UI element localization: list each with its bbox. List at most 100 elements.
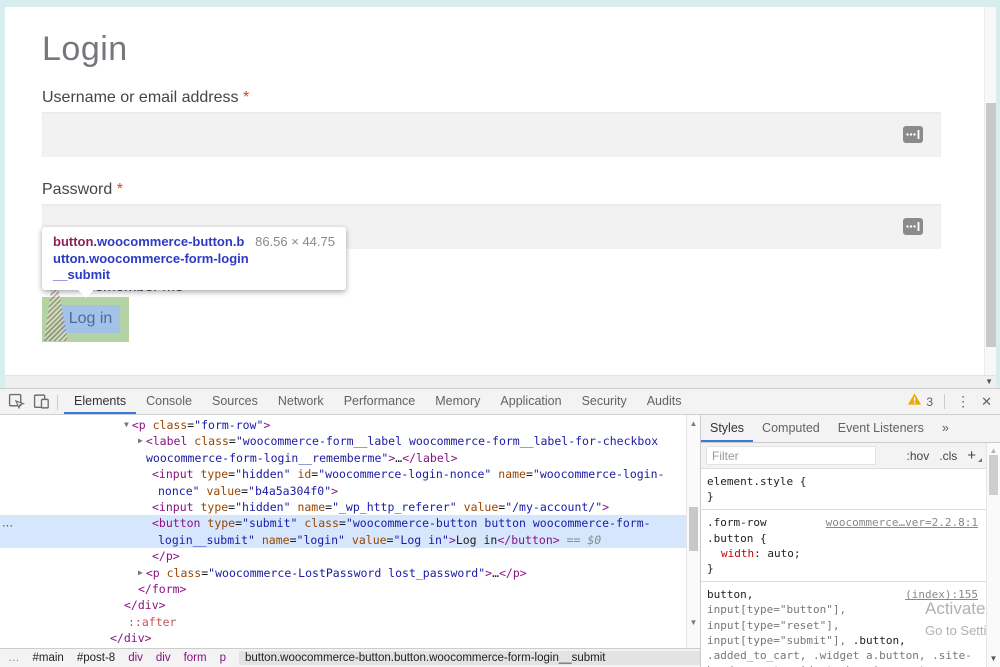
new-style-rule-button[interactable]: + — [967, 447, 980, 464]
styles-filter-row: :hov .cls + — [701, 443, 1000, 469]
dom-tree: ▼<p class="form-row">▶<label class="wooc… — [0, 417, 686, 646]
styles-tab-event-listeners[interactable]: Event Listeners — [829, 415, 933, 442]
elements-tree-pane: ⋯ ▼<p class="form-row">▶<label class="wo… — [0, 415, 700, 648]
devtools-tab-bar: ElementsConsoleSourcesNetworkPerformance… — [64, 389, 691, 414]
dom-tree-node[interactable]: ▶<label class="woocommerce-form__label w… — [0, 433, 686, 449]
breadcrumb-tag[interactable]: form — [184, 652, 207, 664]
password-label: Password * — [42, 181, 123, 199]
styles-tab-computed[interactable]: Computed — [753, 415, 829, 442]
css-rule[interactable]: button,(index):155input[type="button"],i… — [701, 581, 986, 667]
styles-scrollbar-thumb[interactable] — [989, 455, 998, 495]
username-input[interactable] — [42, 112, 941, 157]
autofill-extension-icon[interactable] — [903, 218, 923, 240]
warning-count[interactable]: 3 — [926, 395, 933, 409]
dom-tree-node[interactable]: </div> — [0, 630, 686, 646]
inspect-tooltip-size: 86.56 × 44.75 — [255, 234, 335, 249]
inspect-element-icon[interactable] — [8, 393, 25, 415]
dom-breadcrumb-bar: … #main #post-8 div div form p button.woocommer… — [0, 648, 700, 667]
page-title: Login — [42, 30, 128, 69]
elements-scrollbar[interactable]: ▲ ▼ — [686, 415, 700, 648]
stylesheet-source-link[interactable]: (index):155 — [905, 587, 978, 602]
devtools-tab-sources[interactable]: Sources — [202, 389, 268, 414]
devtools-close-icon[interactable]: ✕ — [981, 394, 992, 410]
devtools-tab-audits[interactable]: Audits — [637, 389, 692, 414]
page-scrollbar-thumb[interactable] — [986, 103, 996, 347]
styles-sidebar: StylesComputedEvent Listeners» :hov .cls… — [700, 415, 1000, 667]
elements-scrollbar-thumb[interactable] — [689, 507, 698, 551]
css-rule[interactable]: element.style {} — [701, 469, 986, 509]
css-rule-line[interactable]: } — [707, 489, 980, 504]
breadcrumb-id[interactable]: #main — [33, 652, 64, 664]
css-rule-line[interactable]: input[type="reset"], — [707, 618, 980, 633]
breadcrumb-id[interactable]: #post-8 — [77, 652, 115, 664]
page-vertical-scrollbar[interactable] — [984, 7, 996, 375]
warning-icon[interactable] — [907, 392, 922, 411]
scroll-up-icon[interactable]: ▲ — [687, 419, 700, 428]
required-asterisk: * — [117, 181, 123, 198]
dom-tree-node[interactable]: nonce" value="b4a5a304f0"> — [0, 483, 686, 499]
styles-tab-bar: StylesComputedEvent Listeners» — [701, 415, 1000, 443]
breadcrumb-tag[interactable]: p — [220, 652, 226, 664]
devtools-toolbar: ElementsConsoleSourcesNetworkPerformance… — [0, 388, 1000, 415]
dom-tree-node[interactable]: <input type="hidden" id="woocommerce-log… — [0, 466, 686, 482]
breadcrumb-selected-node[interactable]: button.woocommerce-button.button.woocomm… — [239, 651, 700, 665]
autofill-extension-icon[interactable] — [903, 126, 923, 148]
device-toolbar-icon[interactable] — [33, 393, 50, 415]
dom-tree-node[interactable]: </form> — [0, 581, 686, 597]
dom-tree-selected-node[interactable]: login__submit" name="login" value="Log i… — [0, 532, 686, 548]
breadcrumb-tag[interactable]: div — [156, 652, 171, 664]
styles-tab-styles[interactable]: Styles — [701, 415, 753, 442]
css-rule-line[interactable]: button,(index):155 — [707, 587, 980, 602]
login-button-label: Log in — [61, 305, 120, 333]
toolbar-divider — [944, 394, 945, 409]
page-background-edge-left — [0, 0, 5, 388]
dom-tree-node[interactable]: <input type="hidden" name="_wp_http_refe… — [0, 499, 686, 515]
page-background-edge-top — [0, 0, 1000, 7]
toggle-class-button[interactable]: .cls — [939, 449, 957, 463]
css-rule-line[interactable]: .button { — [707, 531, 980, 546]
dom-tree-node[interactable]: ::after — [0, 614, 686, 630]
toolbar-divider — [57, 395, 58, 410]
username-label: Username or email address * — [42, 89, 249, 107]
scroll-down-icon[interactable]: ▼ — [687, 618, 700, 627]
dom-tree-selected-node[interactable]: <button type="submit" class="woocommerce… — [0, 515, 686, 531]
devtools-tab-memory[interactable]: Memory — [425, 389, 490, 414]
dom-tree-node[interactable]: </p> — [0, 548, 686, 564]
css-rule-line[interactable]: header-cart .widget_shopping_cart — [707, 663, 980, 667]
css-rule-line[interactable]: .form-rowwoocommerce…ver=2.2.8:1 — [707, 515, 980, 530]
browser-window: Login Username or email address * Passwo… — [0, 0, 1000, 667]
page-horizontal-scrollbar[interactable]: ▼ — [5, 375, 996, 388]
css-rule-line[interactable]: input[type="button"], — [707, 602, 980, 617]
dom-tree-node[interactable]: ▼<p class="form-row"> — [0, 417, 686, 433]
toggle-hover-state-button[interactable]: :hov — [907, 449, 930, 463]
scroll-up-icon[interactable]: ▲ — [987, 446, 1000, 455]
devtools-tab-network[interactable]: Network — [268, 389, 334, 414]
scroll-down-icon[interactable]: ▼ — [985, 376, 993, 388]
styles-scrollbar[interactable]: ▲ ▼ — [986, 443, 1000, 667]
dom-tree-node[interactable]: ▶<p class="woocommerce-LostPassword lost… — [0, 565, 686, 581]
devtools-tab-application[interactable]: Application — [490, 389, 571, 414]
dom-tree-node[interactable]: woocommerce-form-login__rememberme">…</l… — [0, 450, 686, 466]
css-rule-line[interactable]: } — [707, 561, 980, 576]
css-rule-line[interactable]: input[type="submit"], .button, — [707, 633, 980, 648]
devtools-tab-console[interactable]: Console — [136, 389, 202, 414]
styles-tab-»[interactable]: » — [933, 415, 958, 442]
required-asterisk: * — [243, 89, 249, 106]
inspect-tooltip: button.woocommerce-button.button.woocomm… — [42, 227, 346, 290]
page-background-edge-right — [996, 0, 1000, 388]
dom-tree-node[interactable]: </div> — [0, 597, 686, 613]
devtools-menu-icon[interactable]: ⋮ — [956, 393, 970, 410]
scroll-down-icon[interactable]: ▼ — [987, 654, 1000, 663]
styles-filter-input[interactable] — [706, 446, 876, 465]
css-rule-line[interactable]: element.style { — [707, 474, 980, 489]
css-rule-line[interactable]: .added_to_cart, .widget a.button, .site- — [707, 648, 980, 663]
devtools-tab-elements[interactable]: Elements — [64, 389, 136, 414]
dom-node-menu-icon[interactable]: ⋯ — [2, 519, 14, 532]
stylesheet-source-link[interactable]: woocommerce…ver=2.2.8:1 — [826, 515, 978, 530]
devtools-tab-performance[interactable]: Performance — [334, 389, 426, 414]
breadcrumb-tag[interactable]: div — [128, 652, 143, 664]
css-rule[interactable]: .form-rowwoocommerce…ver=2.2.8:1.button … — [701, 509, 986, 581]
devtools-tab-security[interactable]: Security — [572, 389, 637, 414]
breadcrumb-more[interactable]: … — [8, 652, 20, 664]
css-rule-line[interactable]: width: auto; — [707, 546, 980, 561]
